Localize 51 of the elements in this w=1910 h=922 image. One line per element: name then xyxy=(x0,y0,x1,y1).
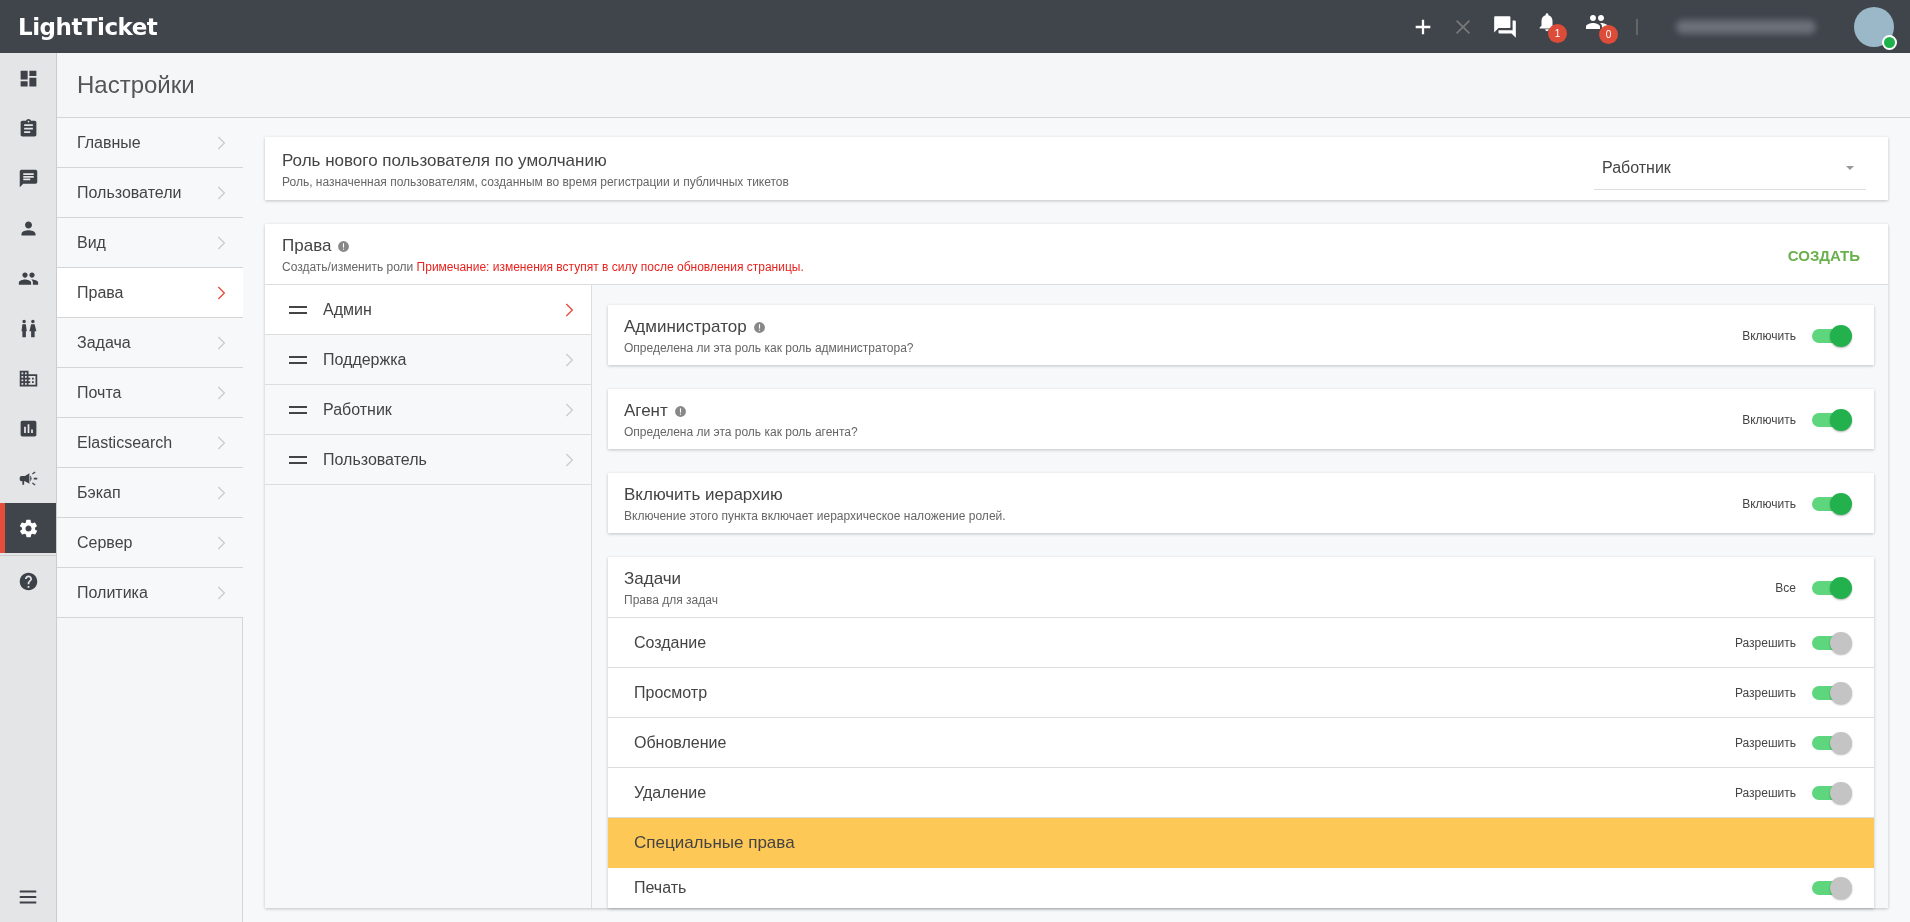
toggle-label: Разрешить xyxy=(1734,735,1796,750)
setting-title: Агент xyxy=(624,401,668,421)
drag-handle-icon xyxy=(289,405,307,414)
setting-title: Администратор xyxy=(624,317,747,337)
section-title: Права xyxy=(282,236,332,256)
role-dropdown[interactable]: Работник xyxy=(1594,149,1866,190)
help-icon xyxy=(17,570,39,592)
permission-label: Просмотр xyxy=(634,683,708,702)
setting-title: Задачи xyxy=(624,569,683,589)
bell-button[interactable]: 1 xyxy=(1536,10,1567,43)
toggle-label: Разрешить xyxy=(1734,635,1796,650)
settings-nav-item[interactable]: Права xyxy=(57,268,243,318)
permission-label: Создание xyxy=(634,633,707,652)
setting-title: Роль нового пользователя по умолчанию xyxy=(282,150,608,171)
info-icon xyxy=(337,239,351,253)
setting-description: Включение этого пункта включает иерархическое наложение ролей. xyxy=(624,509,1006,523)
people-button[interactable]: 0 xyxy=(1585,9,1618,44)
toggle-switch[interactable] xyxy=(1812,492,1852,516)
toggle-label: Все xyxy=(1775,581,1796,595)
toggle-switch[interactable] xyxy=(1812,324,1852,348)
drag-handle-icon xyxy=(289,305,307,314)
setting-description: Определена ли эта роль как роль агента? xyxy=(624,425,858,439)
drag-handle-icon xyxy=(289,355,307,364)
avatar[interactable] xyxy=(1854,6,1894,47)
toggle-label: Разрешить xyxy=(1734,785,1796,800)
sidebar-item[interactable] xyxy=(0,503,56,553)
setting-description: Определена ли эта роль как роль администратора? xyxy=(624,341,914,355)
count-badge: 1 xyxy=(1548,23,1567,43)
role-item[interactable]: Админ xyxy=(265,285,591,335)
setting-description: Роль, назначенная пользователям, созданным во время регистрации и публичных тикетов xyxy=(282,174,789,189)
permission-label: Обновление xyxy=(634,733,727,752)
toggle-label: Включить xyxy=(1742,329,1796,343)
chat-button[interactable] xyxy=(1492,13,1518,40)
app-logo: LightTicket xyxy=(18,13,158,40)
drag-handle-icon xyxy=(289,455,307,464)
permission-label: Удаление xyxy=(634,783,707,802)
setting-description: Права для задач xyxy=(624,593,718,607)
section-description: Создать/изменить роли Примечание: изменения вступят в силу после обновления страницы. xyxy=(282,260,804,274)
setting-title: Включить иерархию xyxy=(624,485,783,505)
chat-icon xyxy=(17,167,39,189)
count-badge: 0 xyxy=(1599,24,1618,44)
page-title: Настройки xyxy=(76,70,196,100)
settings-icon xyxy=(17,517,39,539)
toggle-switch[interactable] xyxy=(1812,408,1852,432)
toggle-switch[interactable] xyxy=(1812,576,1852,600)
toggle-label: Включить xyxy=(1742,497,1796,511)
chat-icon xyxy=(1492,13,1518,40)
permission-label: Печать xyxy=(634,879,687,897)
section-header: Специальные права xyxy=(608,818,1874,868)
toggle-label: Разрешить xyxy=(1734,685,1796,700)
toggle-label: Включить xyxy=(1742,413,1796,427)
